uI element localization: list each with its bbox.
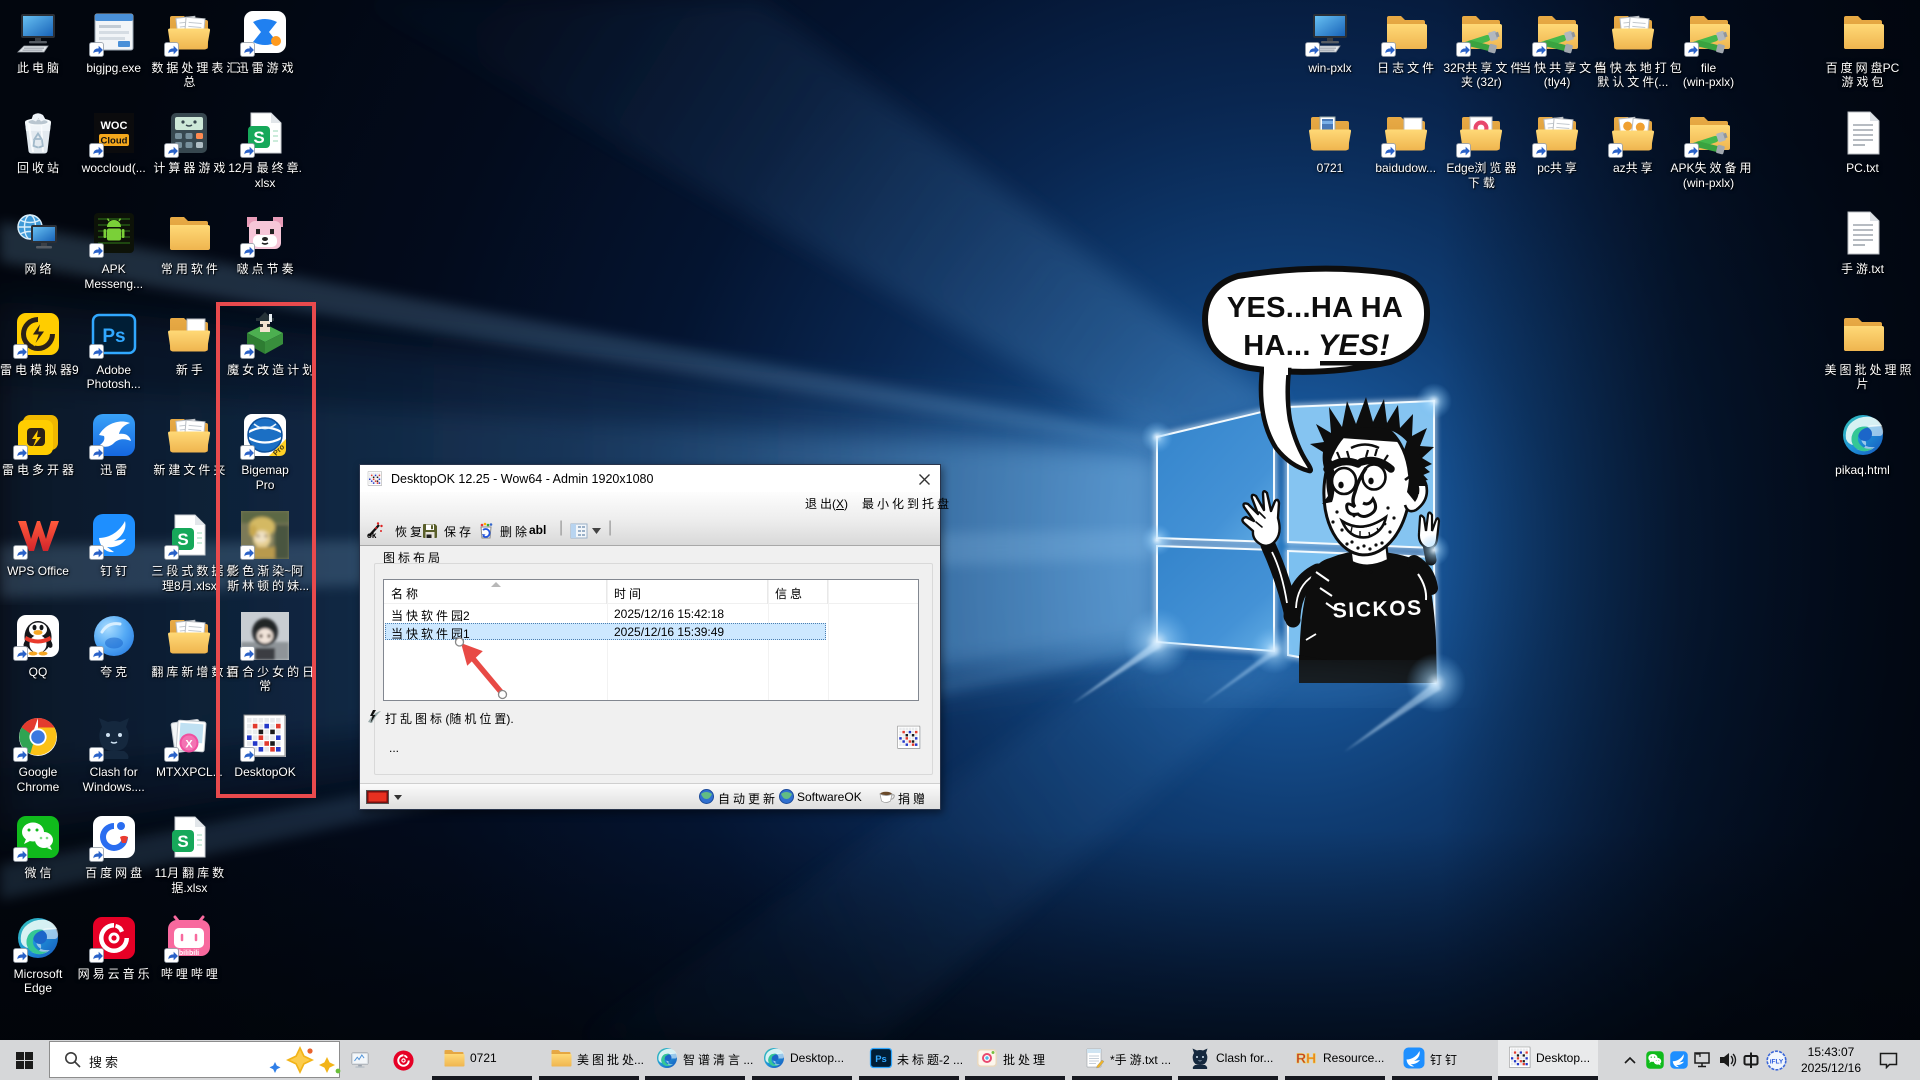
svg-text:YES!: YES!	[1318, 329, 1390, 362]
svg-text:iFLY: iFLY	[1770, 1059, 1784, 1066]
svg-text:ok: ok	[367, 531, 377, 539]
svg-text:YES...HA HA: YES...HA HA	[1227, 292, 1403, 324]
svg-text:HA...: HA...	[1243, 330, 1311, 362]
svg-text:SICKOS: SICKOS	[1332, 596, 1423, 622]
